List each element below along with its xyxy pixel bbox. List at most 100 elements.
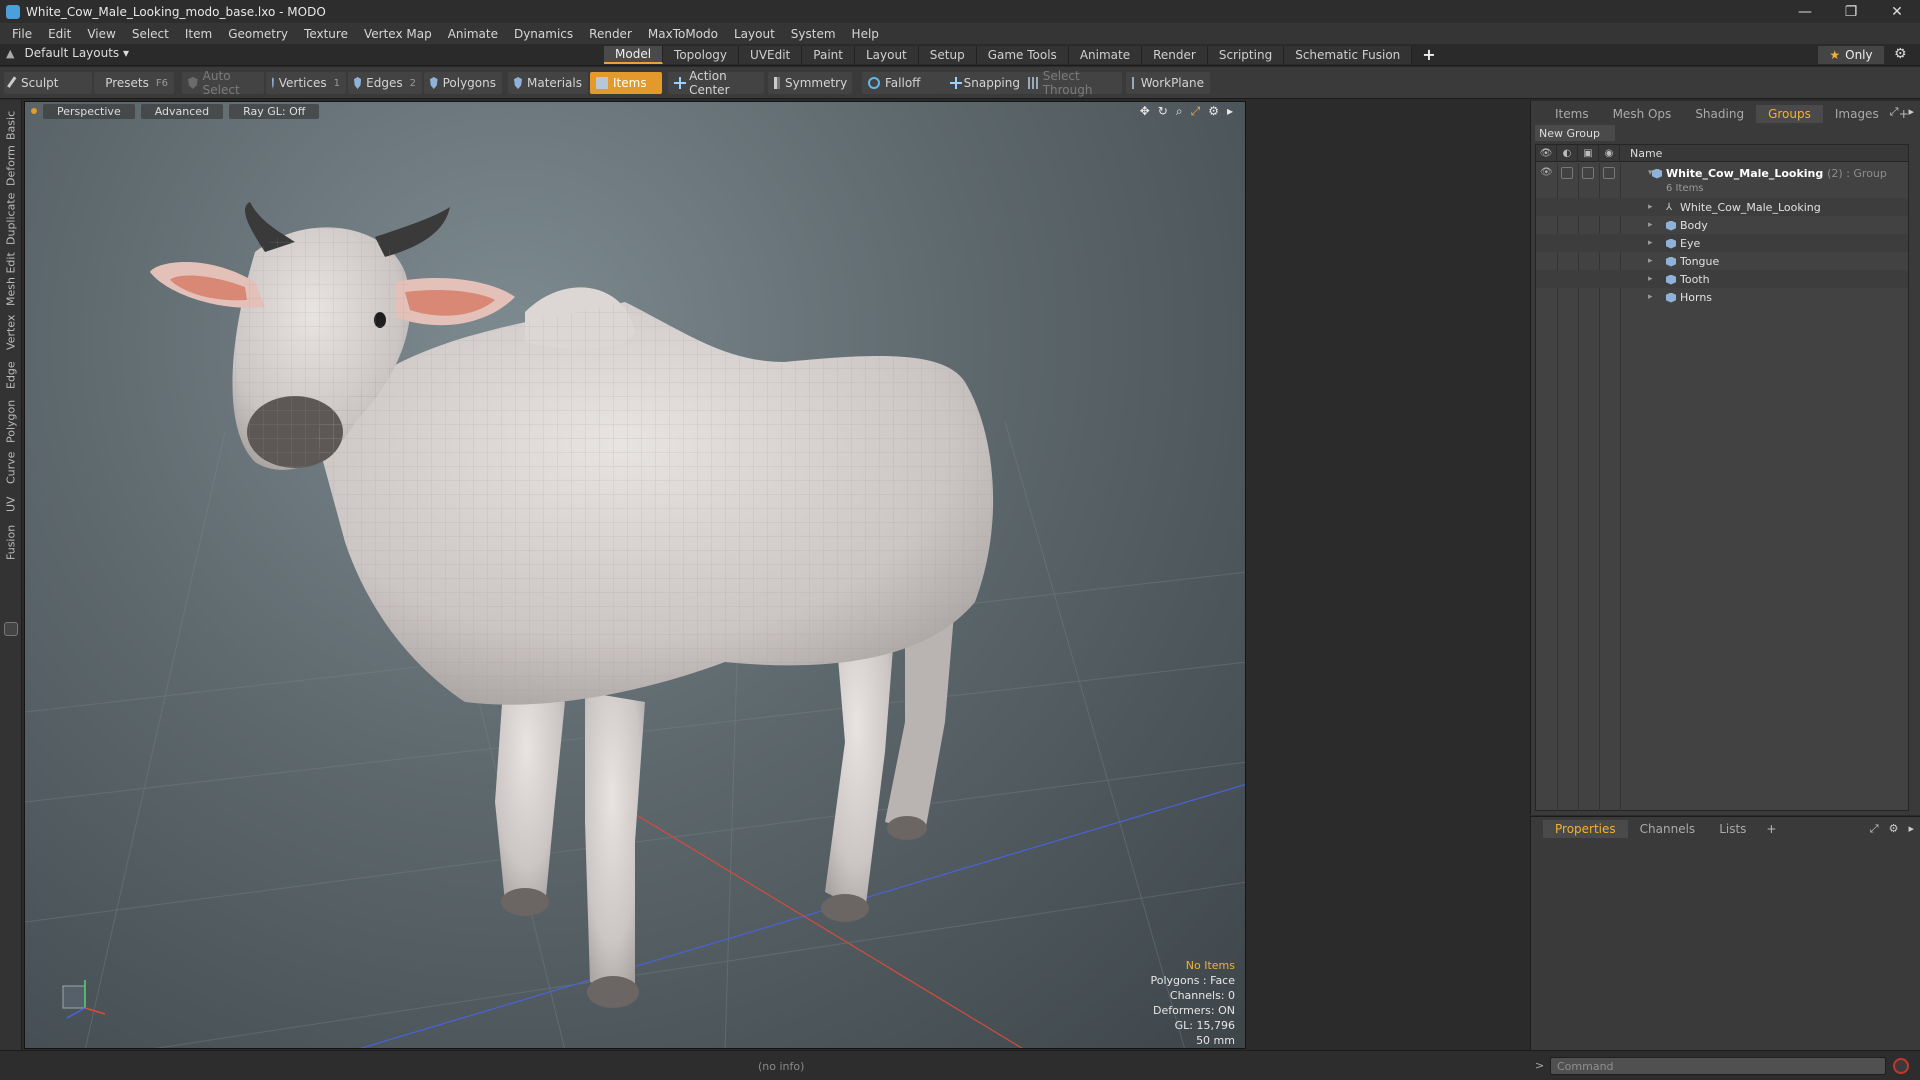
tab-layout[interactable]: Layout: [854, 46, 919, 64]
viewport-gear-icon[interactable]: ⚙: [1208, 104, 1219, 119]
tab-mesh-ops[interactable]: Mesh Ops: [1601, 105, 1684, 123]
shading-mode-button[interactable]: Advanced: [140, 103, 224, 119]
tab-lists[interactable]: Lists: [1707, 820, 1758, 838]
tab-render[interactable]: Render: [1142, 46, 1208, 64]
tab-channels[interactable]: Channels: [1628, 820, 1708, 838]
3d-viewport[interactable]: Perspective Advanced Ray GL: Off ✥ ↻ ⌕ ⤢…: [24, 101, 1246, 1049]
cow-model[interactable]: [150, 202, 994, 1008]
vtab-mesh-edit[interactable]: Mesh Edit: [2, 252, 20, 306]
tab-scripting[interactable]: Scripting: [1207, 46, 1285, 64]
menu-animate[interactable]: Animate: [442, 27, 508, 41]
vtab-fusion[interactable]: Fusion: [2, 522, 20, 562]
tab-uvedit[interactable]: UVEdit: [739, 46, 803, 64]
visibility-column-icon[interactable]: 👁: [1536, 144, 1557, 162]
list-item[interactable]: ▸ Horns: [1536, 288, 1908, 306]
vtab-curve[interactable]: Curve: [2, 450, 20, 486]
tab-items[interactable]: Items: [1543, 105, 1601, 123]
zoom-icon[interactable]: ⌕: [1176, 104, 1183, 119]
menu-item[interactable]: Item: [179, 27, 222, 41]
vtab-vertex[interactable]: Vertex: [2, 312, 20, 352]
pan-icon[interactable]: ✥: [1140, 104, 1150, 119]
gear-icon[interactable]: ⚙: [1894, 46, 1907, 62]
expand-icon[interactable]: ▸: [1648, 202, 1653, 212]
tab-properties[interactable]: Properties: [1543, 820, 1628, 838]
vertices-button[interactable]: Vertices 1: [266, 72, 346, 94]
list-item[interactable]: ▸ Tooth: [1536, 270, 1908, 288]
menu-dynamics[interactable]: Dynamics: [508, 27, 583, 41]
expand-icon[interactable]: ▸: [1648, 238, 1653, 248]
eye-icon[interactable]: 👁: [1540, 167, 1553, 179]
lock-column-icon[interactable]: ▣: [1578, 144, 1599, 162]
menu-edit[interactable]: Edit: [42, 27, 81, 41]
vtab-uv[interactable]: UV: [2, 492, 20, 516]
menu-vertex-map[interactable]: Vertex Map: [358, 27, 442, 41]
list-item[interactable]: ▸ Body: [1536, 216, 1908, 234]
tab-game-tools[interactable]: Game Tools: [976, 46, 1069, 64]
menu-maxtomodo[interactable]: MaxToModo: [642, 27, 728, 41]
vtab-polygon[interactable]: Polygon: [2, 398, 20, 444]
view-mode-button[interactable]: Perspective: [43, 103, 135, 119]
menu-texture[interactable]: Texture: [298, 27, 358, 41]
sculpt-button[interactable]: Sculpt: [4, 72, 92, 94]
tab-animate[interactable]: Animate: [1068, 46, 1143, 64]
tab-groups[interactable]: Groups: [1756, 105, 1823, 123]
items-button[interactable]: Items: [590, 72, 662, 94]
list-item[interactable]: ▸ Eye: [1536, 234, 1908, 252]
menu-file[interactable]: File: [6, 27, 42, 41]
add-layout-tab-button[interactable]: +: [1412, 46, 1445, 64]
menu-system[interactable]: System: [785, 27, 846, 41]
raygl-button[interactable]: Ray GL: Off: [229, 103, 320, 119]
only-button[interactable]: ★ Only: [1818, 46, 1884, 64]
presets-button[interactable]: Presets F6: [94, 72, 174, 94]
tab-schematic-fusion[interactable]: Schematic Fusion: [1284, 46, 1413, 64]
tab-topology[interactable]: Topology: [663, 46, 740, 64]
vtab-edge[interactable]: Edge: [2, 358, 20, 392]
menu-select[interactable]: Select: [126, 27, 179, 41]
polygons-button[interactable]: Polygons: [424, 72, 502, 94]
new-group-button[interactable]: New Group: [1535, 125, 1615, 141]
tab-model[interactable]: Model: [604, 46, 664, 64]
left-toggle-button[interactable]: [4, 622, 18, 636]
close-button[interactable]: ✕: [1874, 0, 1920, 23]
tab-paint[interactable]: Paint: [802, 46, 855, 64]
layout-pin-icon[interactable]: ▲: [6, 47, 14, 60]
menu-help[interactable]: Help: [846, 27, 889, 41]
tab-setup[interactable]: Setup: [918, 46, 977, 64]
snapping-button[interactable]: Snapping: [944, 72, 1026, 94]
select-through-button[interactable]: Select Through: [1022, 69, 1122, 97]
menu-view[interactable]: View: [81, 27, 125, 41]
tab-images[interactable]: Images: [1823, 105, 1891, 123]
restore-button[interactable]: ❐: [1828, 0, 1874, 23]
rotate-icon[interactable]: ↻: [1158, 104, 1168, 119]
vtab-basic[interactable]: Basic: [2, 108, 20, 142]
edges-button[interactable]: Edges 2: [348, 72, 422, 94]
expand-icon[interactable]: ▸: [1648, 274, 1653, 284]
expand-icon[interactable]: ▸: [1648, 292, 1653, 302]
panel-maximize-icon[interactable]: ⤢: [1890, 105, 1899, 119]
command-history-button[interactable]: [1893, 1058, 1909, 1074]
falloff-button[interactable]: Falloff: [862, 72, 944, 94]
properties-gear-icon[interactable]: ⚙: [1889, 822, 1899, 836]
vtab-deform[interactable]: Deform: [2, 146, 20, 187]
render-toggle[interactable]: [1561, 167, 1573, 179]
select-column-icon[interactable]: ◉: [1599, 144, 1620, 162]
list-item[interactable]: ▸ Tongue: [1536, 252, 1908, 270]
action-center-button[interactable]: Action Center: [668, 69, 764, 97]
layout-selector[interactable]: Default Layouts ▾: [24, 46, 129, 60]
viewport-menu-dot[interactable]: [31, 108, 37, 114]
panel-expand-icon[interactable]: ▸: [1908, 105, 1914, 119]
render-column-icon[interactable]: ◐: [1557, 144, 1578, 162]
list-item[interactable]: ▸ ⅄ White_Cow_Male_Looking: [1536, 198, 1908, 216]
maximize-icon[interactable]: ⤢: [1191, 104, 1201, 119]
tab-shading[interactable]: Shading: [1683, 105, 1756, 123]
expand-icon[interactable]: ▸: [1648, 220, 1653, 230]
properties-maximize-icon[interactable]: ⤢: [1870, 822, 1879, 836]
workplane-button[interactable]: WorkPlane: [1126, 72, 1210, 94]
materials-button[interactable]: Materials: [508, 72, 588, 94]
expand-icon[interactable]: ▸: [1648, 256, 1653, 266]
menu-render[interactable]: Render: [583, 27, 642, 41]
menu-layout[interactable]: Layout: [728, 27, 785, 41]
minimize-button[interactable]: —: [1782, 0, 1828, 23]
viewport-expand-icon[interactable]: ▸: [1227, 104, 1233, 119]
lock-toggle[interactable]: [1582, 167, 1594, 179]
